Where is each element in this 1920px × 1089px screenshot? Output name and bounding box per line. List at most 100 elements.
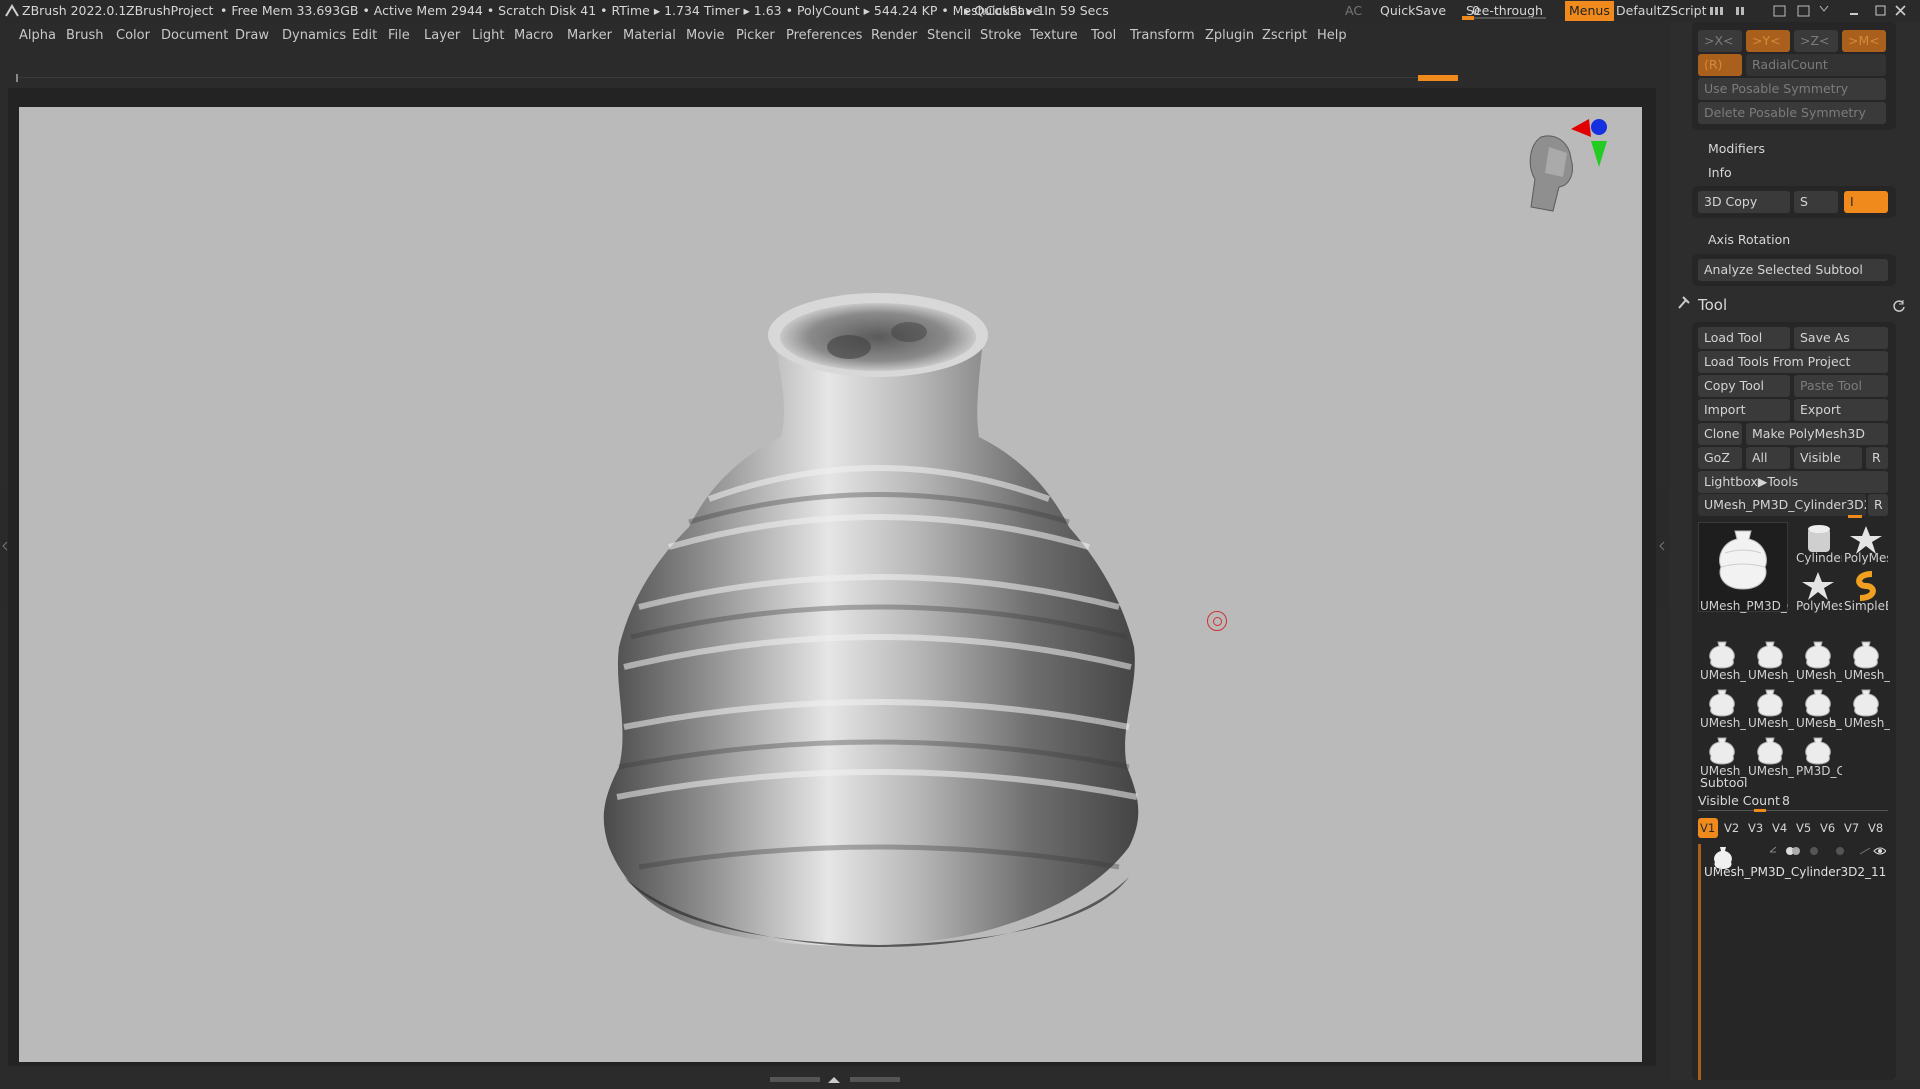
menu-tool[interactable]: Tool (1091, 22, 1116, 50)
menu-draw[interactable]: Draw (235, 22, 269, 50)
menu-zplugin[interactable]: Zplugin (1205, 22, 1254, 50)
visibility-tab-v7[interactable]: V7 (1842, 818, 1862, 838)
tool-palette-title[interactable]: Tool (1698, 296, 1727, 314)
menus-toggle[interactable]: Menus (1565, 1, 1614, 21)
radial-count-slider[interactable]: RadialCount (1746, 54, 1886, 76)
polymesh2-thumbnail-label: PolyMes (1796, 599, 1842, 613)
analyze-subtool-button[interactable]: Analyze Selected Subtool (1698, 259, 1888, 281)
make-polymesh3d-button[interactable]: Make PolyMesh3D (1746, 423, 1888, 445)
import-button[interactable]: Import (1698, 399, 1790, 421)
load-tool-button[interactable]: Load Tool (1698, 327, 1790, 349)
quicksave-timer: ▸ QuickSave In 59 Secs (964, 3, 1109, 18)
visibility-tab-v6[interactable]: V6 (1818, 818, 1838, 838)
menu-edit[interactable]: Edit (352, 22, 377, 50)
app-title: ZBrush 2022.0.1 (22, 3, 127, 18)
visibility-tab-v1[interactable]: V1 (1698, 818, 1718, 838)
tool-thumbnail-label: UMesh_ (1700, 764, 1746, 778)
visibility-tab-v4[interactable]: V4 (1770, 818, 1790, 838)
axis-rotation-header[interactable]: Axis Rotation (1708, 232, 1790, 247)
menu-stencil[interactable]: Stencil (927, 22, 971, 50)
simple-brush-thumbnail-label: SimpleB (1844, 599, 1888, 613)
radial-r-button[interactable]: (R) (1698, 54, 1742, 76)
visibility-tab-v5[interactable]: V5 (1794, 818, 1814, 838)
quicksave-button[interactable]: QuickSave (1380, 0, 1446, 22)
menu-marker[interactable]: Marker (567, 22, 612, 50)
copy3d-s-button[interactable]: S (1794, 191, 1838, 213)
project-name: ZBrushProject (126, 3, 214, 18)
cylinder-thumbnail-label: Cylinder (1796, 551, 1842, 565)
vase-model[interactable] (19, 107, 1642, 1062)
menu-material[interactable]: Material (623, 22, 676, 50)
menu-light[interactable]: Light (472, 22, 504, 50)
delete-posable-symmetry-button[interactable]: Delete Posable Symmetry (1698, 102, 1886, 124)
modifiers-header[interactable]: Modifiers (1708, 141, 1765, 156)
bottom-tray-handle[interactable] (770, 1070, 900, 1083)
menu-bar: Alpha Brush Color Document Draw Dynamics Edit F… (0, 22, 1920, 50)
menu-help[interactable]: Help (1317, 22, 1347, 50)
menu-render[interactable]: Render (871, 22, 917, 50)
sym-x-button[interactable]: >X< (1698, 30, 1742, 52)
menu-texture[interactable]: Texture (1030, 22, 1078, 50)
lightbox-tools-button[interactable]: Lightbox▶Tools (1698, 471, 1888, 493)
sym-y-button[interactable]: >Y< (1746, 30, 1790, 52)
menu-layer[interactable]: Layer (424, 22, 460, 50)
goz-all-button[interactable]: All (1746, 447, 1790, 469)
load-tools-from-project-button[interactable]: Load Tools From Project (1698, 351, 1888, 373)
menu-brush[interactable]: Brush (66, 22, 104, 50)
current-tool-slider[interactable]: UMesh_PM3D_Cylinder3D2_1 (1698, 494, 1866, 516)
polymesh-thumbnail-label: PolyMes (1844, 551, 1888, 565)
info-header[interactable]: Info (1708, 165, 1732, 180)
copy3d-button[interactable]: 3D Copy (1698, 191, 1790, 213)
clone-button[interactable]: Clone (1698, 423, 1742, 445)
goz-button[interactable]: GoZ (1698, 447, 1742, 469)
visibility-tab-v2[interactable]: V2 (1722, 818, 1742, 838)
menu-stroke[interactable]: Stroke (980, 22, 1021, 50)
shelf-marker (16, 74, 18, 82)
tool-thumbnail-label: UMesh_ (1796, 716, 1842, 730)
goz-r-button[interactable]: R (1866, 447, 1888, 469)
visibility-tab-v8[interactable]: V8 (1866, 818, 1886, 838)
copy3d-i-button[interactable]: I (1844, 191, 1888, 213)
menu-preferences[interactable]: Preferences (786, 22, 862, 50)
tool-thumbnail-label: UMesh_ (1700, 668, 1746, 682)
subtool-item[interactable]: UMesh_PM3D_Cylinder3D2_11 (1702, 842, 1888, 880)
menu-transform[interactable]: Transform (1130, 22, 1195, 50)
tool-thumbnail-label: UMesh_ (1796, 668, 1842, 682)
goz-visible-button[interactable]: Visible (1794, 447, 1862, 469)
menu-file[interactable]: File (388, 22, 410, 50)
menu-picker[interactable]: Picker (736, 22, 775, 50)
subtool-toggle-icons[interactable] (1766, 844, 1886, 858)
menu-alpha[interactable]: Alpha (19, 22, 56, 50)
refresh-icon[interactable] (1892, 298, 1906, 317)
menu-movie[interactable]: Movie (686, 22, 724, 50)
visible-count-label: Visible Count (1698, 793, 1780, 808)
visibility-tab-v3[interactable]: V3 (1746, 818, 1766, 838)
brush-cursor (1207, 611, 1227, 631)
sym-m-button[interactable]: >M< (1842, 30, 1886, 52)
document-canvas[interactable] (19, 107, 1642, 1062)
menu-zscript[interactable]: Zscript (1262, 22, 1307, 50)
save-as-button[interactable]: Save As (1794, 327, 1888, 349)
use-posable-symmetry-button[interactable]: Use Posable Symmetry (1698, 78, 1886, 100)
tool-icon (1676, 294, 1692, 314)
current-tool-r-button[interactable]: R (1868, 494, 1888, 516)
navigation-head-gizmo[interactable] (1509, 107, 1619, 237)
copy-tool-button[interactable]: Copy Tool (1698, 375, 1790, 397)
export-button[interactable]: Export (1794, 399, 1888, 421)
tool-thumbnail-label: UMesh_ (1748, 668, 1794, 682)
subtool-scrollbar[interactable] (1698, 844, 1701, 1080)
tool-thumbnail-label: UMesh_ (1844, 668, 1890, 682)
menu-dynamics[interactable]: Dynamics (282, 22, 346, 50)
sym-z-button[interactable]: >Z< (1794, 30, 1838, 52)
menu-document[interactable]: Document (161, 22, 228, 50)
paste-tool-button[interactable]: Paste Tool (1794, 375, 1888, 397)
shelf-indicator[interactable] (1418, 75, 1458, 81)
menu-color[interactable]: Color (116, 22, 150, 50)
right-tray-handle[interactable] (1656, 490, 1668, 610)
default-zscript-button[interactable]: DefaultZScript (1616, 0, 1707, 22)
subtool-item-label: UMesh_PM3D_Cylinder3D2_11 (1704, 865, 1887, 879)
subtool-section (1692, 770, 1896, 1080)
visible-count-value: 8 (1782, 793, 1790, 808)
visible-count-slider[interactable]: Visible Count 8 (1698, 793, 1888, 812)
menu-macro[interactable]: Macro (514, 22, 553, 50)
